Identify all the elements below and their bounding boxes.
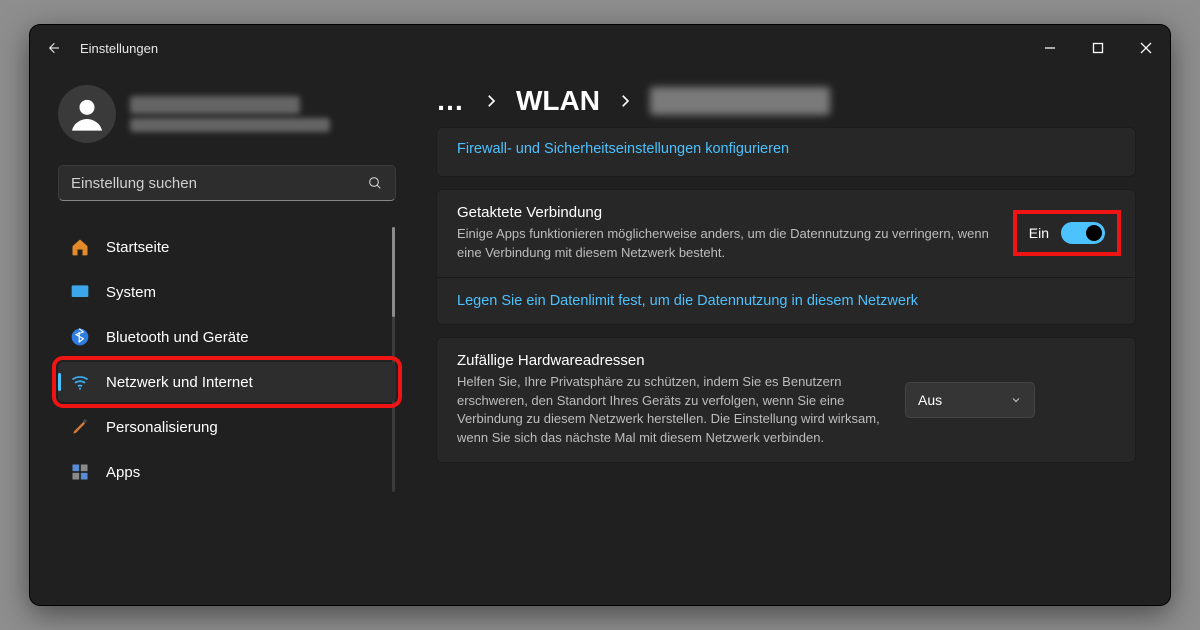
sidebar-item-apps[interactable]: Apps — [58, 452, 396, 492]
home-icon — [70, 237, 90, 257]
user-name-redacted — [130, 96, 300, 114]
nav-label: Startseite — [106, 239, 169, 256]
breadcrumb: … WLAN — [436, 85, 1170, 117]
window-controls — [1026, 25, 1170, 71]
titlebar: Einstellungen — [30, 25, 1170, 71]
back-button[interactable] — [30, 25, 76, 71]
nav-label: Bluetooth und Geräte — [106, 329, 249, 346]
search-box[interactable] — [58, 165, 396, 201]
metered-state-label: Ein — [1029, 225, 1049, 241]
minimize-button[interactable] — [1026, 25, 1074, 71]
panel-metered: Getaktete Verbindung Einige Apps funktio… — [436, 189, 1136, 325]
search-input[interactable] — [71, 175, 367, 192]
breadcrumb-current-redacted — [650, 87, 830, 115]
metered-toggle-group: Ein — [1019, 216, 1115, 250]
dropdown-value: Aus — [918, 392, 942, 408]
avatar — [58, 85, 116, 143]
panel-firewall: Firewall- und Sicherheitseinstellungen k… — [436, 127, 1136, 177]
arrow-left-icon — [45, 40, 61, 56]
sidebar-item-personalisierung[interactable]: Personalisierung — [58, 407, 396, 447]
nav-label: Apps — [106, 464, 140, 481]
breadcrumb-more[interactable]: … — [436, 85, 466, 117]
metered-title: Getaktete Verbindung — [457, 204, 1001, 221]
brush-icon — [70, 417, 90, 437]
user-block[interactable] — [58, 85, 392, 143]
random-hw-title: Zufällige Hardwareadressen — [457, 352, 887, 369]
metered-desc: Einige Apps funktionieren möglicherweise… — [457, 225, 1001, 263]
random-hw-dropdown[interactable]: Aus — [905, 382, 1035, 418]
data-limit-link[interactable]: Legen Sie ein Datenlimit fest, um die Da… — [457, 293, 918, 309]
bluetooth-icon — [70, 327, 90, 347]
close-icon — [1140, 42, 1152, 54]
nav-label: System — [106, 284, 156, 301]
window-title: Einstellungen — [80, 41, 158, 56]
maximize-button[interactable] — [1074, 25, 1122, 71]
panel-random-hw: Zufällige Hardwareadressen Helfen Sie, I… — [436, 337, 1136, 463]
metered-toggle[interactable] — [1061, 222, 1105, 244]
minimize-icon — [1044, 42, 1056, 54]
main-content: … WLAN Firewall- und Sicherheitseinstell… — [412, 71, 1170, 605]
close-button[interactable] — [1122, 25, 1170, 71]
sidebar: Startseite System Bluetooth und Geräte N… — [30, 71, 412, 605]
apps-icon — [70, 462, 90, 482]
sidebar-item-netzwerk[interactable]: Netzwerk und Internet — [58, 362, 396, 402]
user-email-redacted — [130, 118, 330, 132]
chevron-down-icon — [1010, 394, 1022, 406]
nav-label: Netzwerk und Internet — [106, 374, 253, 391]
scrollbar-thumb[interactable] — [392, 227, 395, 317]
sidebar-item-startseite[interactable]: Startseite — [58, 227, 396, 267]
chevron-right-icon — [616, 85, 634, 117]
firewall-settings-link[interactable]: Firewall- und Sicherheitseinstellungen k… — [457, 141, 789, 157]
system-icon — [70, 282, 90, 302]
sidebar-item-bluetooth[interactable]: Bluetooth und Geräte — [58, 317, 396, 357]
wifi-icon — [70, 372, 90, 392]
user-icon — [67, 94, 107, 134]
nav-list: Startseite System Bluetooth und Geräte N… — [58, 227, 392, 492]
sidebar-item-system[interactable]: System — [58, 272, 396, 312]
nav-label: Personalisierung — [106, 419, 218, 436]
maximize-icon — [1092, 42, 1104, 54]
settings-window: Einstellungen — [30, 25, 1170, 605]
breadcrumb-wlan[interactable]: WLAN — [516, 85, 600, 117]
search-icon — [367, 175, 383, 191]
chevron-right-icon — [482, 85, 500, 117]
user-text — [130, 96, 330, 132]
random-hw-desc: Helfen Sie, Ihre Privatsphäre zu schütze… — [457, 373, 887, 448]
